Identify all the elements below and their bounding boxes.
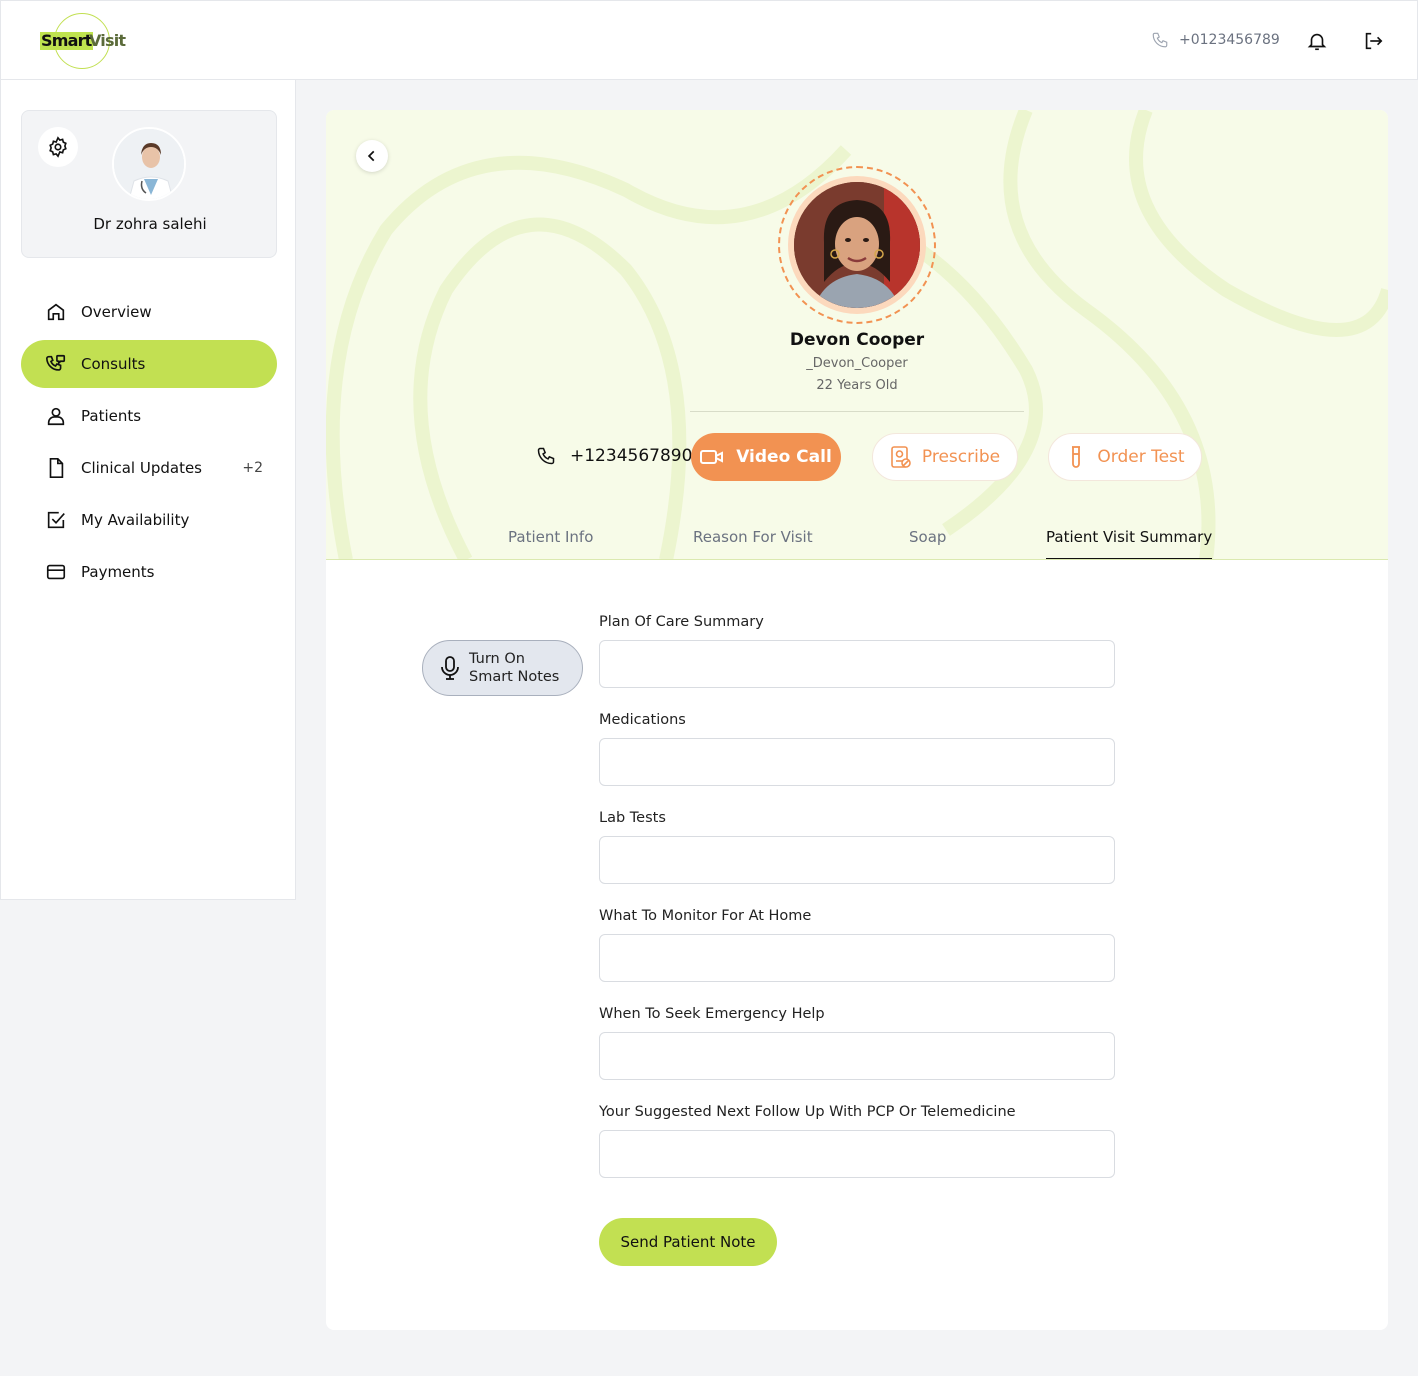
- logo-text-visit: Visit: [89, 31, 126, 50]
- phone-icon: [537, 447, 555, 465]
- follow-up-input[interactable]: [599, 1130, 1115, 1178]
- chevron-left-icon: [367, 150, 375, 162]
- medications-label: Medications: [599, 712, 686, 728]
- hero-divider: [690, 411, 1024, 412]
- plan-of-care-input[interactable]: [599, 640, 1115, 688]
- sidebar: Dr zohra salehi Overview Consults Patien…: [0, 80, 296, 900]
- microphone-icon: [441, 656, 459, 680]
- patient-phone[interactable]: +1234567890: [536, 446, 692, 466]
- sidebar-item-payments[interactable]: Payments: [21, 548, 277, 596]
- plan-of-care-label: Plan Of Care Summary: [599, 614, 764, 630]
- smart-notes-line1: Turn On: [469, 651, 525, 667]
- sidebar-item-label: Payments: [81, 563, 155, 581]
- patient-visit-summary-form: Plan Of Care Summary Medications Lab Tes…: [599, 610, 1115, 1198]
- sidebar-item-label: Overview: [81, 303, 152, 321]
- sidebar-nav: Overview Consults Patients Clinical Upda…: [21, 288, 277, 600]
- smartvisit-logo[interactable]: Smart Visit: [39, 13, 139, 69]
- order-test-label: Order Test: [1097, 447, 1185, 467]
- video-camera-icon: [700, 450, 724, 464]
- prescribe-button[interactable]: Prescribe: [872, 433, 1018, 481]
- lab-tests-label: Lab Tests: [599, 810, 666, 826]
- sidebar-item-label: My Availability: [81, 511, 190, 529]
- smart-notes-label: Turn On Smart Notes: [469, 650, 559, 686]
- form-field: When To Seek Emergency Help: [599, 1002, 1115, 1100]
- patient-avatar-ring: [778, 166, 936, 324]
- emergency-help-label: When To Seek Emergency Help: [599, 1006, 825, 1022]
- phone-icon: [1152, 32, 1168, 48]
- patient-phone-number: +1234567890: [570, 446, 693, 466]
- logo-text-smart: Smart: [40, 31, 93, 50]
- sidebar-item-patients[interactable]: Patients: [21, 392, 277, 440]
- prescribe-label: Prescribe: [921, 447, 1001, 467]
- medications-input[interactable]: [599, 738, 1115, 786]
- consult-tabs: Patient Info Reason For Visit Soap Patie…: [326, 524, 1388, 559]
- gear-icon: [49, 136, 67, 158]
- bell-icon[interactable]: [1306, 29, 1328, 53]
- order-test-button[interactable]: Order Test: [1048, 433, 1202, 481]
- tab-soap[interactable]: Soap: [909, 528, 946, 559]
- sidebar-item-my-availability[interactable]: My Availability: [21, 496, 277, 544]
- sidebar-item-label: Patients: [81, 407, 142, 425]
- home-icon: [47, 303, 65, 321]
- back-button[interactable]: [356, 140, 388, 172]
- smart-notes-line2: Smart Notes: [469, 669, 560, 685]
- tab-patient-info[interactable]: Patient Info: [508, 528, 593, 559]
- form-field: What To Monitor For At Home: [599, 904, 1115, 1002]
- doctor-avatar[interactable]: [112, 127, 186, 201]
- card-icon: [46, 564, 66, 580]
- video-call-button[interactable]: Video Call: [691, 433, 841, 481]
- emergency-help-input[interactable]: [599, 1032, 1115, 1080]
- doctor-profile-card: Dr zohra salehi: [21, 110, 277, 258]
- header-phone[interactable]: +0123456789: [1151, 31, 1280, 49]
- patient-age: 22 Years Old: [816, 378, 898, 393]
- form-field: Medications: [599, 708, 1115, 806]
- monitor-at-home-input[interactable]: [599, 934, 1115, 982]
- test-tube-icon: [1072, 446, 1081, 468]
- patient-avatar-frame: [788, 176, 926, 314]
- user-icon: [47, 407, 65, 426]
- patient-photo: [794, 182, 920, 308]
- tab-reason-for-visit[interactable]: Reason For Visit: [693, 528, 813, 559]
- follow-up-label: Your Suggested Next Follow Up With PCP O…: [599, 1104, 1016, 1120]
- sidebar-item-consults[interactable]: Consults: [21, 340, 277, 388]
- consults-icon: [46, 354, 66, 371]
- consult-detail-card: Devon Cooper _Devon_Cooper 22 Years Old …: [326, 110, 1388, 1330]
- settings-button[interactable]: [38, 127, 78, 167]
- check-square-icon: [47, 511, 65, 529]
- document-icon: [49, 458, 64, 478]
- lab-tests-input[interactable]: [599, 836, 1115, 884]
- logout-icon[interactable]: [1362, 30, 1384, 52]
- send-patient-note-button[interactable]: Send Patient Note: [599, 1218, 777, 1266]
- sidebar-item-overview[interactable]: Overview: [21, 288, 277, 336]
- sidebar-item-clinical-updates[interactable]: Clinical Updates +2: [21, 444, 277, 492]
- sidebar-item-label: Clinical Updates: [81, 459, 202, 477]
- video-call-label: Video Call: [736, 447, 832, 467]
- form-field: Lab Tests: [599, 806, 1115, 904]
- top-header: Smart Visit +0123456789: [0, 0, 1418, 80]
- patient-avatar[interactable]: [794, 182, 920, 308]
- sidebar-item-label: Consults: [81, 355, 146, 373]
- notification-count-badge: +2: [242, 460, 263, 476]
- prescription-icon: [891, 446, 911, 468]
- doctor-photo: [114, 129, 184, 199]
- patient-hero-section: Devon Cooper _Devon_Cooper 22 Years Old …: [326, 110, 1388, 560]
- form-field: Your Suggested Next Follow Up With PCP O…: [599, 1100, 1115, 1198]
- patient-name: Devon Cooper: [789, 330, 925, 350]
- form-field: Plan Of Care Summary: [599, 610, 1115, 708]
- monitor-at-home-label: What To Monitor For At Home: [599, 908, 812, 924]
- header-phone-number: +0123456789: [1179, 32, 1280, 48]
- tab-patient-visit-summary[interactable]: Patient Visit Summary: [1046, 528, 1213, 559]
- patient-username: _Devon_Cooper: [806, 356, 908, 371]
- doctor-name: Dr zohra salehi: [93, 215, 207, 233]
- smart-notes-toggle[interactable]: Turn On Smart Notes: [422, 640, 583, 696]
